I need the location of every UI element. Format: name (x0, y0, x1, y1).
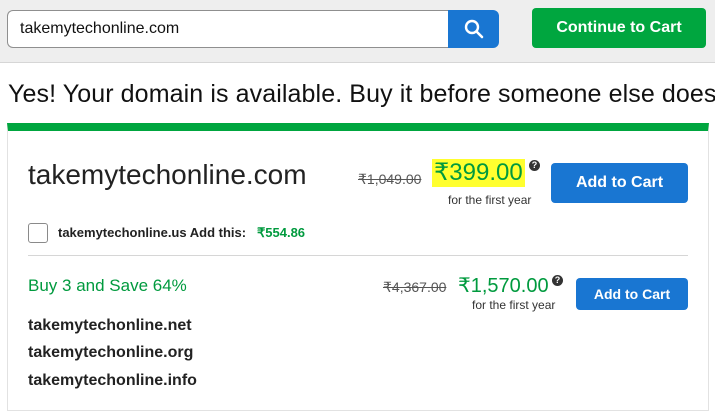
bundle-price: ₹1,570.00 (458, 275, 549, 297)
main-old-price: ₹1,049.00 (358, 171, 422, 187)
addon-add-this-label: Add this: (189, 225, 247, 240)
search-icon (464, 19, 483, 39)
search-button[interactable] (448, 10, 499, 48)
main-price: ₹399.00 (432, 159, 525, 187)
bundle-domain-item: takemytechonline.org (28, 344, 194, 361)
bundle-title: Buy 3 and Save 64% (28, 276, 187, 295)
availability-headline: Yes! Your domain is available. Buy it be… (8, 80, 715, 108)
addon-price: ₹554.86 (257, 225, 306, 240)
main-add-to-cart-button[interactable]: Add to Cart (551, 163, 688, 203)
addon-domain-label: takemytechonline.us Add this: (58, 225, 246, 240)
addon-domain-name: takemytechonline.us (58, 225, 187, 240)
info-icon[interactable]: ? (552, 275, 563, 286)
domain-results-card: takemytechonline.com ₹1,049.00 ₹399.00 ?… (7, 123, 709, 411)
top-bar: Continue to Cart (0, 0, 715, 63)
bundle-add-to-cart-button[interactable]: Add to Cart (576, 278, 688, 310)
bundle-price-period: for the first year (472, 298, 556, 312)
bundle-domain-item: takemytechonline.net (28, 317, 192, 334)
bundle-domain-item: takemytechonline.info (28, 372, 197, 389)
main-domain-name: takemytechonline.com (28, 159, 307, 190)
info-icon[interactable]: ? (529, 160, 540, 171)
addon-checkbox[interactable] (28, 223, 48, 243)
bundle-old-price: ₹4,367.00 (383, 279, 447, 295)
divider (28, 255, 688, 256)
continue-to-cart-button[interactable]: Continue to Cart (532, 8, 706, 48)
main-price-period: for the first year (448, 193, 532, 207)
domain-search-input[interactable] (7, 10, 449, 48)
